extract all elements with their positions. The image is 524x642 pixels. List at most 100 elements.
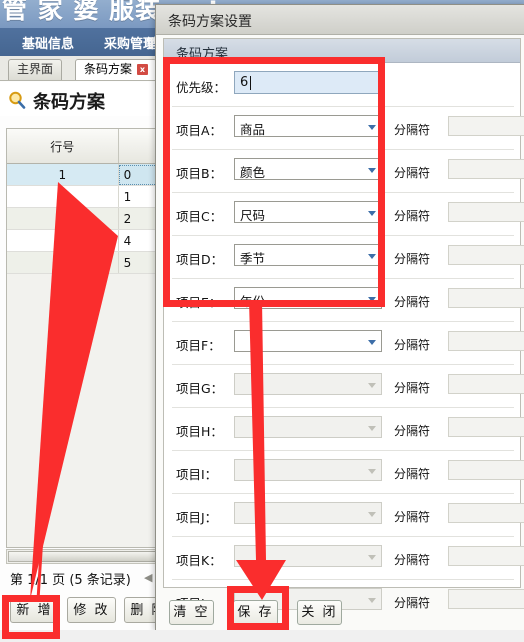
- priority-value: 6: [240, 75, 249, 90]
- chevron-down-icon: [368, 211, 376, 216]
- chevron-down-icon: [368, 168, 376, 173]
- item-d-value: 季节: [240, 251, 266, 266]
- chevron-down-icon: [368, 297, 376, 302]
- chevron-down-icon: [368, 125, 376, 130]
- item-k-combobox: [234, 545, 382, 567]
- chevron-down-icon: [368, 254, 376, 259]
- pagination-label: 第 1/1 页 (5 条记录): [10, 573, 131, 588]
- item-i-combobox: [234, 459, 382, 481]
- barcode-scheme-groupbox: 条码方案 优先级： 6 项目A： 商品 分隔符 项目B： 颜色 分隔符 项目C：…: [163, 38, 524, 611]
- add-button[interactable]: 新 增: [10, 597, 59, 623]
- dialog-action-buttons: 清 空 保 存 关 闭: [156, 594, 524, 632]
- priority-input[interactable]: 6: [234, 71, 382, 94]
- item-c-combobox[interactable]: 尺码: [234, 201, 382, 223]
- save-button[interactable]: 保 存: [233, 600, 278, 625]
- item-h-separator-label: 分隔符: [394, 424, 431, 438]
- cell-rownum: 2: [7, 185, 119, 208]
- dialog-title: 条码方案设置: [168, 14, 252, 30]
- item-j-label: 项目J：: [176, 510, 218, 525]
- field-row-item-b: 项目B： 颜色 分隔符: [172, 150, 524, 193]
- item-i-label: 项目I：: [176, 467, 218, 482]
- groupbox-header: 条码方案: [164, 39, 520, 63]
- field-row-item-k: 项目K： 分隔符: [172, 537, 524, 580]
- item-h-separator-input: [448, 417, 524, 437]
- item-k-label: 项目K：: [176, 553, 222, 568]
- item-c-value: 尺码: [240, 208, 266, 223]
- item-f-separator-label: 分隔符: [394, 338, 431, 352]
- field-row-item-g: 项目G： 分隔符: [172, 365, 524, 408]
- tab-barcode-scheme-label: 条码方案: [84, 62, 133, 76]
- menu-item-basic-info[interactable]: 基础信息: [22, 33, 74, 52]
- close-icon[interactable]: x: [137, 64, 149, 75]
- item-c-separator-label: 分隔符: [394, 209, 431, 223]
- item-k-separator-input: [448, 546, 524, 566]
- item-f-label: 项目F：: [176, 338, 221, 353]
- item-d-label: 项目D：: [176, 252, 224, 267]
- field-row-item-i: 项目I： 分隔符: [172, 451, 524, 494]
- clear-button[interactable]: 清 空: [169, 600, 214, 625]
- scroll-left-button[interactable]: [8, 551, 38, 562]
- item-c-separator-input[interactable]: [448, 202, 524, 222]
- item-j-separator-input: [448, 503, 524, 523]
- page-title: 条码方案: [33, 92, 105, 113]
- item-i-separator-label: 分隔符: [394, 467, 431, 481]
- item-h-combobox: [234, 416, 382, 438]
- tab-main-screen-label: 主界面: [17, 62, 54, 76]
- item-g-label: 项目G：: [176, 381, 224, 396]
- chevron-down-icon: [368, 555, 376, 560]
- item-g-combobox: [234, 373, 382, 395]
- item-d-separator-label: 分隔符: [394, 252, 431, 266]
- tab-main-screen[interactable]: 主界面: [8, 59, 63, 80]
- close-button[interactable]: 关 闭: [297, 600, 342, 625]
- search-icon: [9, 91, 26, 109]
- item-i-separator-input: [448, 460, 524, 480]
- item-e-label: 项目E：: [176, 295, 222, 310]
- groupbox-title: 条码方案: [176, 47, 229, 62]
- item-b-separator-label: 分隔符: [394, 166, 431, 180]
- field-row-item-e: 项目E： 年份 分隔符: [172, 279, 524, 322]
- item-j-separator-label: 分隔符: [394, 510, 431, 524]
- cell-rownum: 4: [7, 229, 119, 252]
- item-e-separator-input[interactable]: [448, 288, 524, 308]
- item-j-combobox: [234, 502, 382, 524]
- chevron-down-icon: [368, 426, 376, 431]
- item-e-combobox[interactable]: 年份: [234, 287, 382, 309]
- dialog-title-bar: 条码方案设置: [156, 5, 524, 35]
- desktop-background-strip: [0, 630, 524, 642]
- chevron-down-icon: [368, 512, 376, 517]
- item-k-separator-label: 分隔符: [394, 553, 431, 567]
- item-b-separator-input[interactable]: [448, 159, 524, 179]
- item-g-separator-label: 分隔符: [394, 381, 431, 395]
- item-g-separator-input: [448, 374, 524, 394]
- item-h-label: 项目H：: [176, 424, 223, 439]
- grid-header-rownum[interactable]: 行号: [7, 129, 119, 164]
- item-d-combobox[interactable]: 季节: [234, 244, 382, 266]
- edit-button[interactable]: 修 改: [67, 597, 116, 623]
- chevron-down-icon: [368, 383, 376, 388]
- item-b-label: 项目B：: [176, 166, 223, 181]
- item-b-value: 颜色: [240, 165, 266, 180]
- field-row-item-f: 项目F： 分隔符: [172, 322, 524, 365]
- field-row-item-j: 项目J： 分隔符: [172, 494, 524, 537]
- cell-rownum: 5: [7, 251, 119, 274]
- chevron-down-icon: [368, 340, 376, 345]
- item-e-value: 年份: [240, 294, 266, 309]
- item-f-separator-input[interactable]: [448, 331, 524, 351]
- priority-label: 优先级：: [176, 80, 227, 95]
- field-row-item-a: 项目A： 商品 分隔符: [172, 107, 524, 150]
- item-c-label: 项目C：: [176, 209, 223, 224]
- item-b-combobox[interactable]: 颜色: [234, 158, 382, 180]
- item-f-combobox[interactable]: [234, 330, 382, 352]
- item-a-combobox[interactable]: 商品: [234, 115, 382, 137]
- barcode-scheme-dialog: 条码方案设置 条码方案 优先级： 6 项目A： 商品 分隔符 项目B： 颜色 分…: [155, 4, 524, 631]
- chevron-left-icon[interactable]: ◀: [144, 571, 152, 584]
- cell-rownum: 1: [7, 163, 119, 186]
- page-header: 条码方案: [0, 82, 160, 116]
- field-row-item-d: 项目D： 季节 分隔符: [172, 236, 524, 279]
- field-row-item-c: 项目C： 尺码 分隔符: [172, 193, 524, 236]
- item-d-separator-input[interactable]: [448, 245, 524, 265]
- tab-barcode-scheme[interactable]: 条码方案 x: [75, 59, 158, 80]
- item-a-separator-input[interactable]: [448, 116, 524, 136]
- item-a-value: 商品: [240, 122, 266, 137]
- cell-rownum: 3: [7, 207, 119, 230]
